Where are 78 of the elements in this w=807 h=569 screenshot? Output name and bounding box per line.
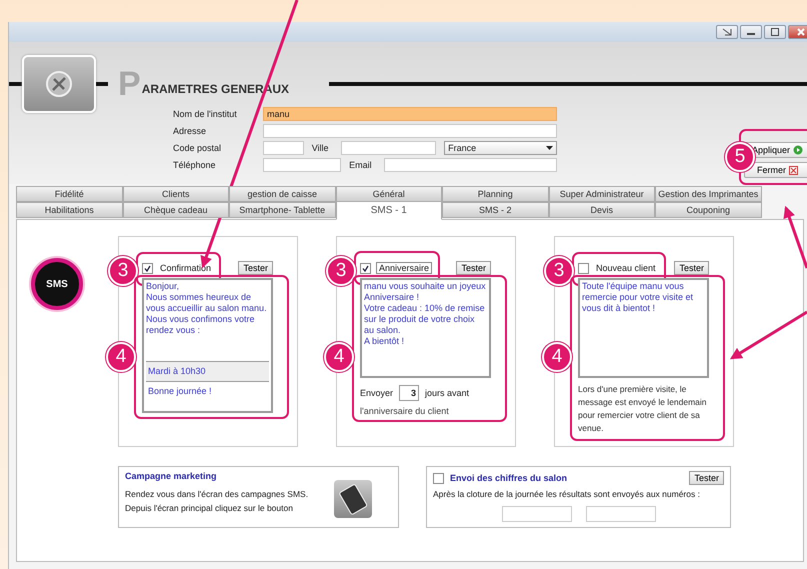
- sms-icon: SMS: [31, 258, 83, 310]
- tab[interactable]: Fidélité: [16, 186, 122, 202]
- panel-title: Envoi des chiffres du salon: [450, 473, 568, 483]
- postal-code-field[interactable]: [263, 141, 304, 155]
- tab[interactable]: gestion de caisse: [229, 186, 336, 202]
- checkbox[interactable]: [360, 262, 371, 274]
- go-icon: [793, 145, 804, 155]
- field-label: Nom de l'institut: [173, 109, 238, 119]
- checkbox[interactable]: [433, 472, 444, 484]
- tab[interactable]: Gestion des Imprimantes: [655, 186, 762, 202]
- minimize-button[interactable]: [740, 25, 762, 39]
- message-field[interactable]: Toute l'équipe manu vous remercie pour votre visite et vous dit à bientot !: [578, 278, 709, 378]
- field-label: Ville: [312, 143, 329, 153]
- email-field[interactable]: [384, 158, 557, 172]
- tab[interactable]: Super Administrateur: [548, 186, 655, 202]
- callout-number: 5: [725, 142, 755, 172]
- close-icon: [789, 166, 798, 174]
- restore-button[interactable]: [716, 25, 738, 39]
- field-label: Code postal: [173, 143, 222, 153]
- checkbox[interactable]: [578, 262, 589, 274]
- checkbox-label: Nouveau client: [595, 263, 657, 273]
- callout-number: 3: [108, 256, 138, 286]
- tab[interactable]: Smartphone- Tablette: [229, 202, 336, 218]
- callout-number: 3: [544, 256, 574, 286]
- info-text: Rendez vous dans l'écran des campagnes SMS.: [125, 488, 310, 501]
- name-field[interactable]: manu: [263, 107, 557, 121]
- maximize-button[interactable]: [764, 25, 786, 39]
- callout-number: 4: [324, 342, 354, 372]
- info-text: Après la cloture de la journée les résultats sont envoyés aux numéros :: [433, 488, 701, 501]
- callout-number: 4: [106, 342, 136, 372]
- panel-title: Campagne marketing: [125, 471, 218, 481]
- note-text: Lors d'une première visite, le message est envoyé le lendemain pour remercier votre client de sa venue.: [578, 383, 708, 435]
- address-field[interactable]: [263, 124, 557, 138]
- pointer-arrow: [784, 206, 807, 268]
- tab[interactable]: Chèque cadeau: [122, 202, 229, 218]
- callout-number: 4: [542, 342, 572, 372]
- caret-icon: [546, 146, 553, 150]
- close-button[interactable]: [788, 25, 807, 39]
- footnote-text: l'anniversaire du client: [360, 406, 450, 416]
- field-label: Email: [349, 160, 372, 170]
- resize-icon: [722, 28, 732, 36]
- country-dropdown[interactable]: France: [444, 141, 557, 155]
- tab[interactable]: Clients: [122, 186, 229, 202]
- info-text: Depuis l'écran principal cliquez sur le bouton: [125, 502, 294, 515]
- tab[interactable]: Général: [336, 186, 442, 202]
- test-button[interactable]: Tester: [456, 261, 491, 275]
- message-text: Bonjour, Nous sommes heureux de vous accueillir au salon manu. Nous vous confimons votre rendez vous :: [146, 281, 268, 337]
- maximize-icon: [771, 28, 779, 36]
- phone-number-field[interactable]: [502, 506, 572, 522]
- phone-button[interactable]: [334, 480, 372, 518]
- days-field[interactable]: 3: [399, 385, 420, 401]
- title-initial: P: [118, 64, 141, 104]
- tab[interactable]: SMS - 1: [336, 201, 442, 220]
- closing-text-field[interactable]: Bonne journée !: [146, 381, 269, 410]
- checkbox-label: Confirmation: [159, 263, 212, 273]
- close-icon: [797, 28, 805, 36]
- tab[interactable]: Devis: [548, 202, 655, 218]
- test-button[interactable]: Tester: [674, 261, 709, 275]
- field-label: Téléphone: [173, 160, 217, 170]
- city-field[interactable]: [340, 141, 436, 155]
- tab[interactable]: Couponing: [655, 202, 762, 218]
- callout-number: 3: [326, 256, 356, 286]
- days-label: jours avant: [425, 388, 470, 398]
- checkbox[interactable]: [142, 262, 153, 274]
- tab[interactable]: Habilitations: [16, 202, 122, 218]
- tab[interactable]: SMS - 2: [442, 202, 548, 218]
- test-button[interactable]: Tester: [238, 261, 273, 275]
- tab[interactable]: Planning: [442, 186, 548, 202]
- phone-field[interactable]: [263, 158, 342, 172]
- send-label: Envoyer: [360, 388, 394, 398]
- message-field[interactable]: Bonjour, Nous sommes heureux de vous accueillir au salon manu. Nous vous confimons votre rendez vous : Mardi à 10h30 Bonne journée !: [142, 278, 273, 413]
- close-form-button[interactable]: Fermer: [744, 162, 807, 178]
- phone-number-field[interactable]: [586, 506, 656, 522]
- checkbox-label: Anniversaire: [376, 262, 432, 274]
- appointment-time-field[interactable]: Mardi à 10h30: [146, 361, 269, 381]
- message-field[interactable]: manu vous souhaite un joyeux Anniversaire ! Votre cadeau : 10% de remise sur le produit de votre choix au salon. A bientôt !: [360, 278, 491, 378]
- test-button[interactable]: Tester: [689, 471, 724, 485]
- field-label: Adresse: [173, 126, 208, 136]
